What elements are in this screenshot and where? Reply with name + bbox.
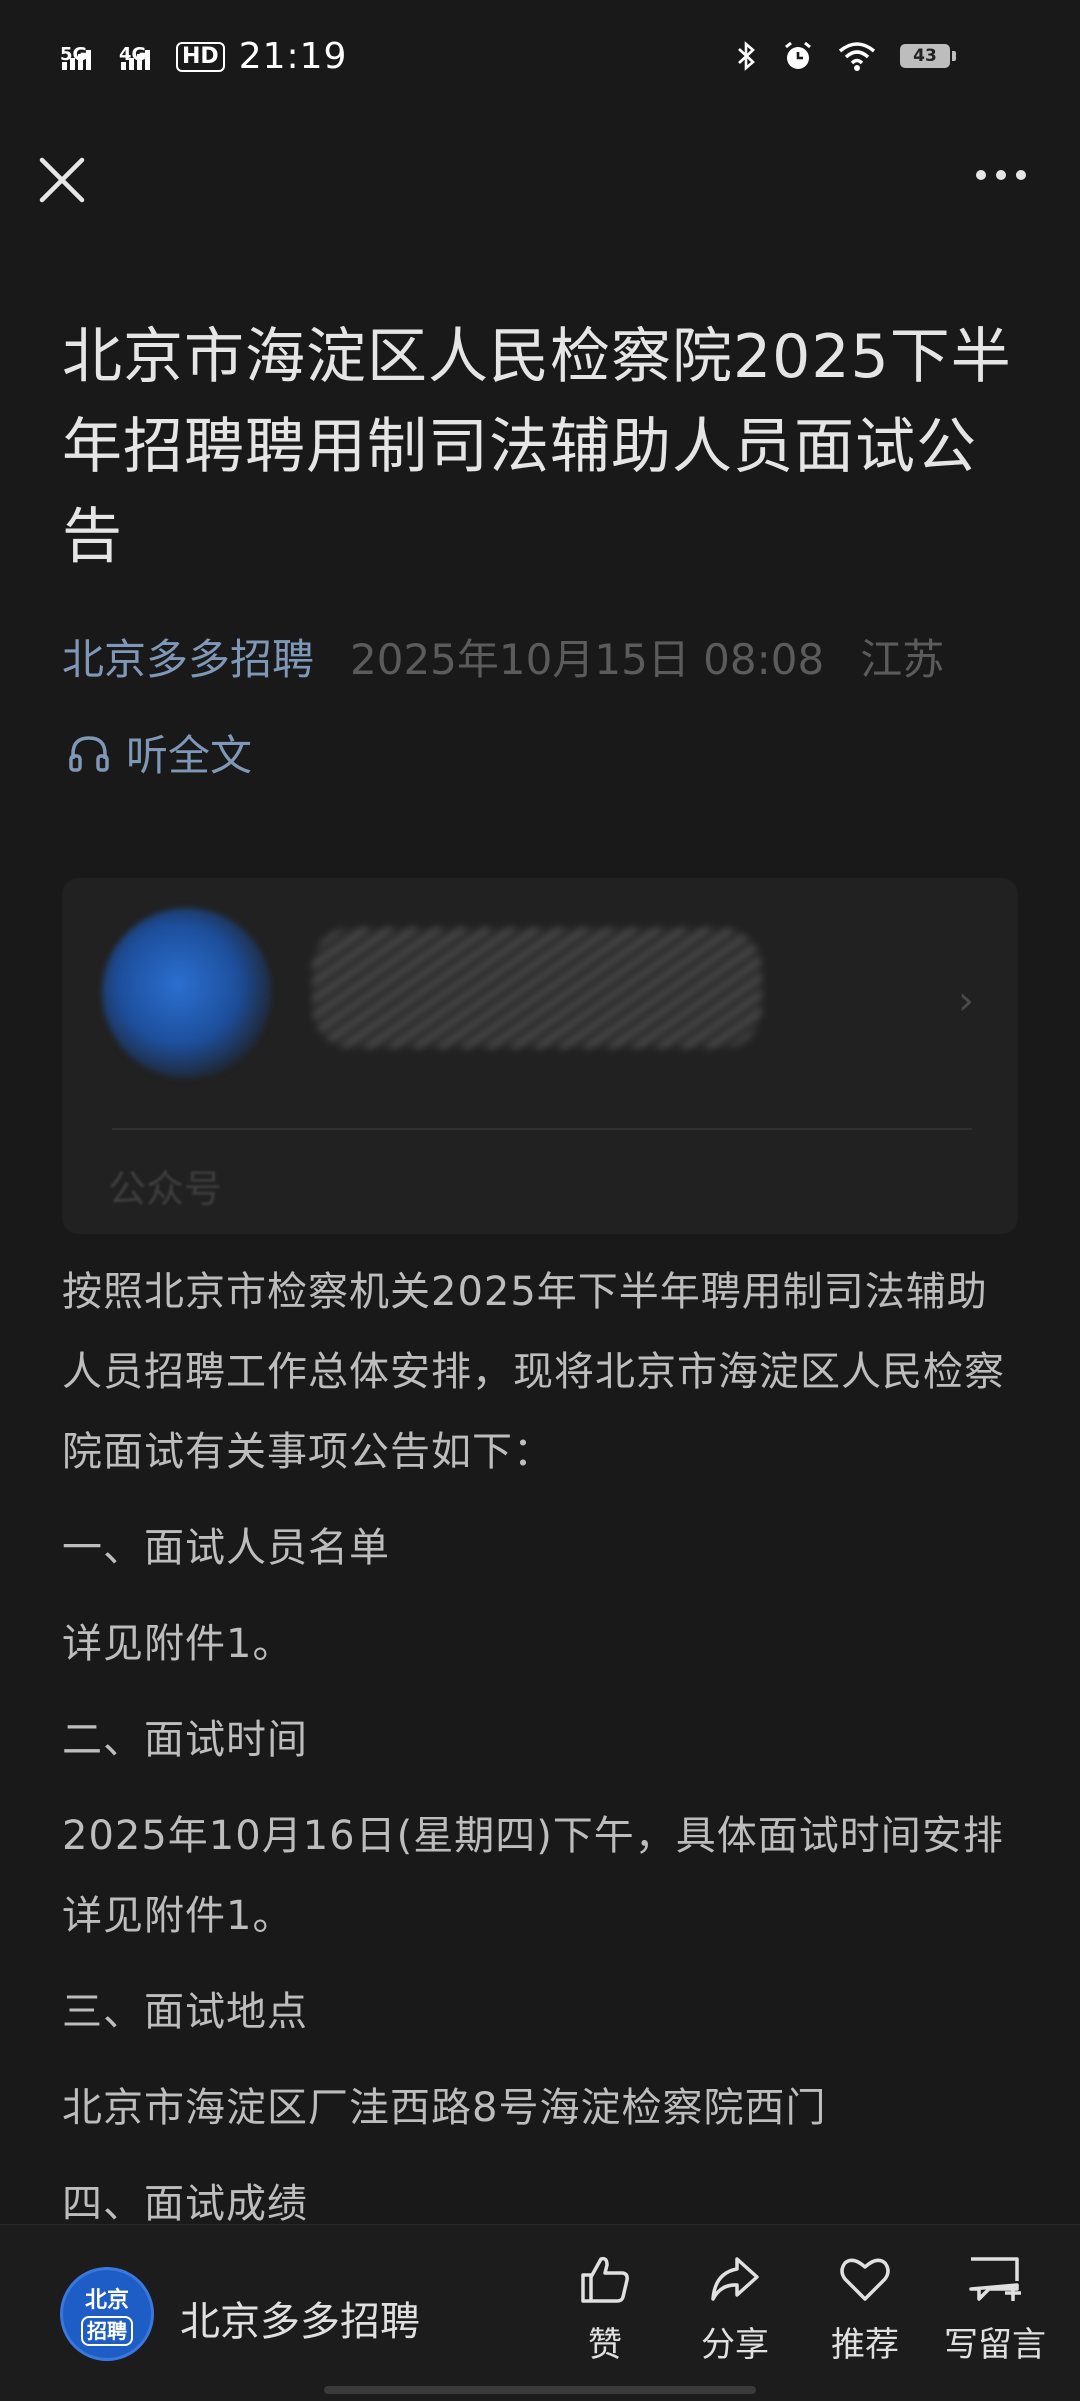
alarm-icon bbox=[785, 41, 811, 69]
hd-icon: HD bbox=[176, 41, 225, 72]
account-name[interactable]: 北京多多招聘 bbox=[180, 2289, 420, 2347]
headphones-icon bbox=[69, 735, 109, 772]
listen-label: 听全文 bbox=[126, 731, 253, 780]
heart-icon bbox=[840, 2258, 890, 2301]
clock: 21:19 bbox=[238, 36, 348, 77]
home-indicator[interactable] bbox=[324, 2386, 756, 2394]
author-link[interactable]: 北京多多招聘 bbox=[62, 632, 314, 688]
share-label: 分享 bbox=[701, 2325, 769, 2365]
bluetooth-icon bbox=[738, 41, 755, 71]
recommend-label: 推荐 bbox=[831, 2325, 899, 2365]
share-button[interactable]: 分享 bbox=[670, 2251, 800, 2366]
more-dot-icon bbox=[1016, 170, 1026, 180]
write-comment-button[interactable]: 写留言 bbox=[930, 2251, 1060, 2366]
account-avatar bbox=[102, 908, 272, 1078]
signal-5g-icon: 5G bbox=[60, 44, 91, 70]
close-button[interactable] bbox=[34, 152, 90, 208]
paragraph: 北京市海淀区厂洼西路8号海淀检察院西门 bbox=[62, 2085, 827, 2131]
like-label: 赞 bbox=[588, 2325, 622, 2365]
like-button[interactable]: 赞 bbox=[540, 2251, 670, 2366]
card-divider bbox=[112, 1128, 972, 1130]
more-dot-icon bbox=[996, 170, 1006, 180]
avatar-text-top: 北京 bbox=[84, 2288, 129, 2313]
comment-label: 写留言 bbox=[944, 2325, 1046, 2365]
account-avatar[interactable]: 北京 招聘 bbox=[60, 2267, 154, 2361]
bottom-action-bar: 北京 招聘 北京多多招聘 赞 分享 推荐 写留言 bbox=[0, 2224, 1080, 2401]
more-dot-icon bbox=[976, 170, 986, 180]
article-body: 按照北京市检察机关2025年下半年聘用制司法辅助人员招聘工作总体安排，现将北京市… bbox=[62, 1252, 1022, 2244]
official-account-card[interactable]: › 公众号 bbox=[62, 878, 1018, 1234]
signal-4g-icon: 4G bbox=[119, 44, 150, 70]
battery-icon: 43 bbox=[900, 44, 956, 68]
card-tag: 公众号 bbox=[108, 1167, 223, 1211]
wifi-icon bbox=[838, 42, 876, 71]
publish-date: 2025年10月15日 08:08 bbox=[350, 635, 825, 684]
section-heading: 三、面试地点 bbox=[62, 1989, 308, 2035]
paragraph: 按照北京市检察机关2025年下半年聘用制司法辅助人员招聘工作总体安排，现将北京市… bbox=[62, 1269, 1005, 1475]
comment-icon bbox=[969, 2257, 1021, 2301]
thumbs-up-icon bbox=[581, 2256, 629, 2303]
listen-button[interactable]: 听全文 bbox=[68, 722, 252, 783]
chevron-right-icon: › bbox=[958, 978, 974, 1024]
avatar-text-bottom: 招聘 bbox=[81, 2316, 133, 2346]
share-icon bbox=[711, 2257, 759, 2301]
paragraph: 2025年10月16日(星期四)下午，具体面试时间安排详见附件1。 bbox=[62, 1813, 1004, 1939]
more-options-button[interactable] bbox=[976, 170, 1026, 180]
status-bar: 5G 4G HD 21:19 43 bbox=[0, 0, 1080, 120]
paragraph: 详见附件1。 bbox=[62, 1621, 294, 1667]
recommend-button[interactable]: 推荐 bbox=[800, 2251, 930, 2366]
location: 江苏 bbox=[860, 635, 945, 684]
section-heading: 二、面试时间 bbox=[62, 1717, 308, 1763]
article-meta: 北京多多招聘 2025年10月15日 08:08 江苏 bbox=[62, 632, 944, 688]
close-icon bbox=[39, 157, 85, 203]
section-heading: 一、面试人员名单 bbox=[62, 1525, 390, 1571]
account-name-redacted bbox=[312, 928, 762, 1048]
article-title: 北京市海淀区人民检察院2025下半年招聘聘用制司法辅助人员面试公告 bbox=[62, 322, 1012, 572]
